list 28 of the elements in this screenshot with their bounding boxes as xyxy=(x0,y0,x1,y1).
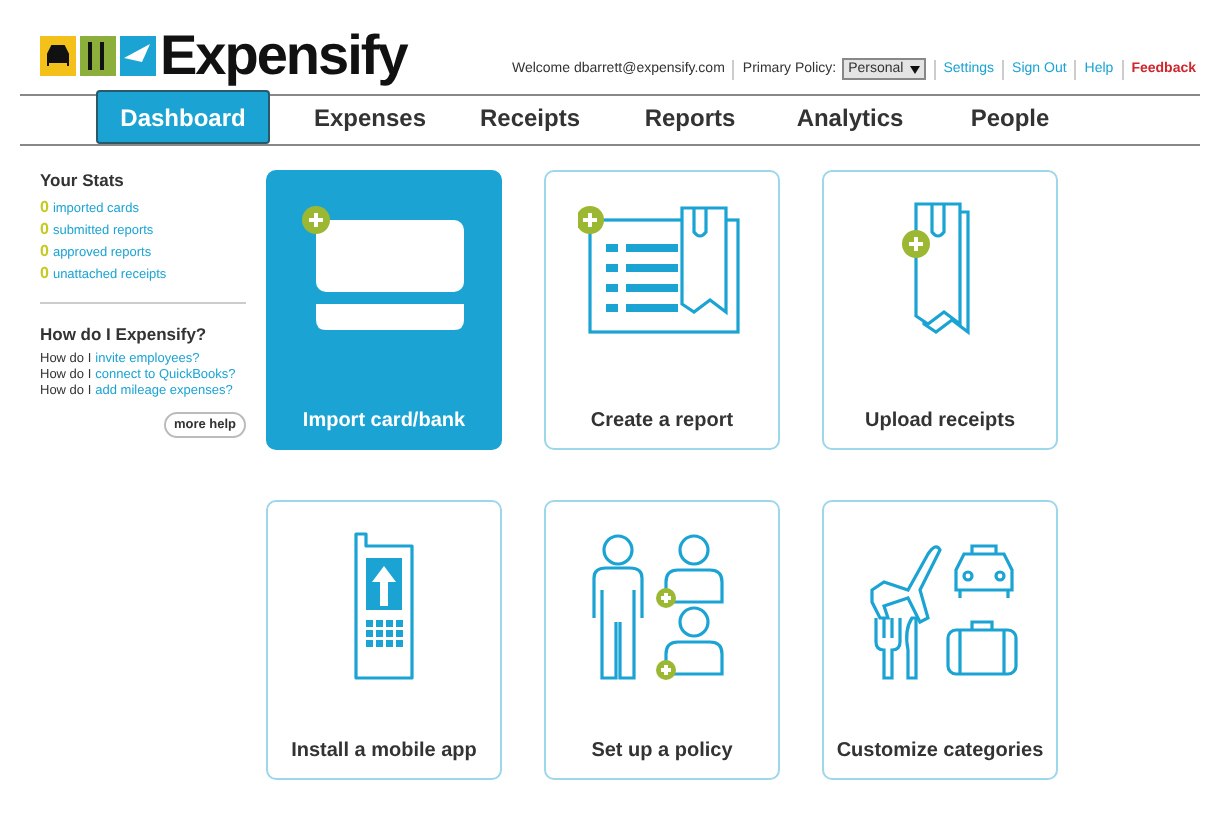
nav-tab[interactable]: Receipts xyxy=(450,90,610,144)
action-tile[interactable]: Install a mobile app xyxy=(266,500,502,780)
nav-tab[interactable]: Dashboard xyxy=(96,90,270,144)
tile-label: Install a mobile app xyxy=(291,740,477,762)
nav-tab[interactable]: Analytics xyxy=(770,90,930,144)
logo-text: Expensify xyxy=(160,28,407,84)
nav-tab[interactable]: Reports xyxy=(610,90,770,144)
action-tile[interactable]: Upload receipts xyxy=(822,170,1058,450)
action-tile[interactable]: Import card/bank xyxy=(266,170,502,450)
tile-label: Upload receipts xyxy=(864,410,1016,432)
help-title: How do I Expensify? xyxy=(40,324,209,344)
logo-icon xyxy=(40,36,156,76)
stat-count: 0 xyxy=(40,242,49,260)
report-icon xyxy=(578,200,746,340)
stat-count: 0 xyxy=(40,220,49,238)
dropdown-caret-icon xyxy=(909,65,920,73)
tile-label: Create a report xyxy=(590,410,734,432)
nav-tab[interactable]: People xyxy=(930,90,1090,144)
action-tile[interactable]: Customize categories xyxy=(822,500,1058,780)
action-tile[interactable]: Set up a policy xyxy=(544,500,780,780)
stats-title: Your Stats xyxy=(40,170,126,190)
tile-label: Customize categories xyxy=(836,740,1044,762)
nav-tab[interactable]: Expenses xyxy=(290,90,450,144)
tile-label: Import card/bank xyxy=(302,410,466,432)
stat-count: 0 xyxy=(40,264,49,282)
stat-count: 0 xyxy=(40,198,49,216)
action-tile[interactable]: Create a report xyxy=(544,170,780,450)
tile-label: Set up a policy xyxy=(591,740,733,762)
